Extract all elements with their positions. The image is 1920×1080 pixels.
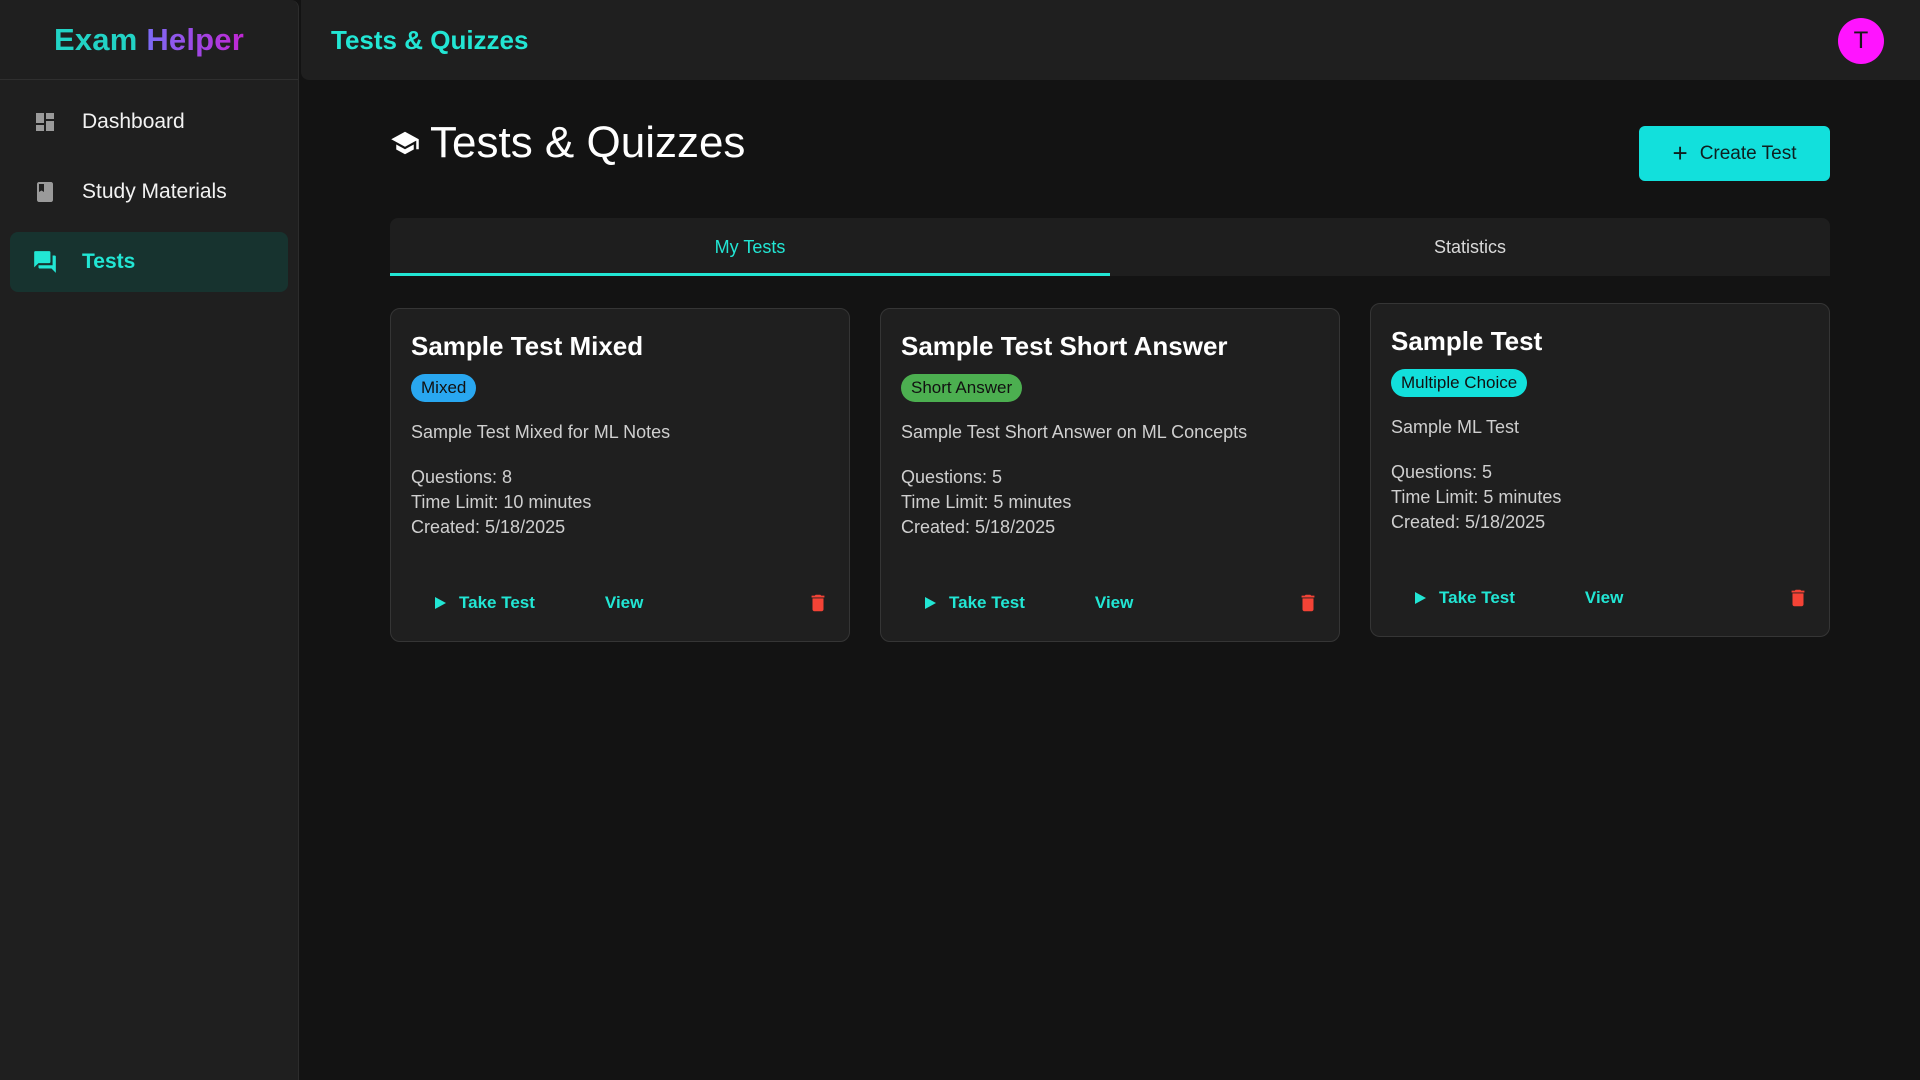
take-test-label: Take Test bbox=[459, 593, 535, 612]
test-questions: Questions: 8 bbox=[411, 467, 513, 488]
create-test-label: Create Test bbox=[1699, 142, 1797, 164]
plus-icon: + bbox=[1672, 137, 1688, 168]
test-card: Sample Test Multiple Choice Sample ML Te… bbox=[1370, 303, 1830, 637]
take-test-button[interactable]: Take Test bbox=[923, 593, 1025, 613]
page-header: Tests & Quizzes bbox=[390, 118, 745, 168]
test-meta: Questions: 8 Time Limit: 10 minutes Crea… bbox=[411, 465, 829, 540]
test-created: Created: 5/18/2025 bbox=[411, 517, 566, 538]
test-card: Sample Test Short Answer Short Answer Sa… bbox=[880, 308, 1340, 642]
graduation-cap-icon bbox=[390, 128, 420, 158]
take-test-label: Take Test bbox=[1439, 588, 1515, 607]
top-header: Tests & Quizzes T bbox=[301, 0, 1920, 80]
test-type-badge: Short Answer bbox=[901, 374, 1023, 403]
card-actions: Take Test View bbox=[411, 589, 829, 617]
page-title: Tests & Quizzes bbox=[430, 118, 746, 167]
test-time-limit: Time Limit: 10 minutes bbox=[411, 492, 592, 513]
sidebar-item-label: Dashboard bbox=[82, 110, 185, 133]
test-description: Sample Test Short Answer on ML Concepts bbox=[901, 422, 1248, 443]
tabs: My Tests Statistics bbox=[390, 218, 1830, 276]
dashboard-icon bbox=[32, 109, 58, 135]
test-created: Created: 5/18/2025 bbox=[901, 517, 1056, 538]
card-actions: Take Test View bbox=[901, 589, 1319, 617]
forum-icon bbox=[32, 249, 58, 275]
sidebar-item-label: Study Materials bbox=[82, 180, 227, 203]
avatar[interactable]: T bbox=[1838, 18, 1884, 64]
test-meta: Questions: 5 Time Limit: 5 minutes Creat… bbox=[1391, 460, 1809, 535]
test-created: Created: 5/18/2025 bbox=[1391, 512, 1546, 533]
sidebar-item-tests[interactable]: Tests bbox=[10, 232, 288, 292]
test-title: Sample Test bbox=[1391, 326, 1543, 356]
test-title: Sample Test Short Answer bbox=[901, 331, 1228, 361]
sidebar: Exam Helper Dashboard Study Materials Te… bbox=[0, 0, 299, 1080]
test-description: Sample ML Test bbox=[1391, 417, 1520, 438]
test-time-limit: Time Limit: 5 minutes bbox=[901, 492, 1072, 513]
tab-my-tests[interactable]: My Tests bbox=[390, 218, 1110, 276]
delete-icon[interactable] bbox=[1787, 586, 1809, 610]
brand-logo[interactable]: Exam Helper bbox=[0, 0, 298, 80]
take-test-label: Take Test bbox=[949, 593, 1025, 612]
sidebar-item-dashboard[interactable]: Dashboard bbox=[10, 92, 288, 152]
test-title: Sample Test Mixed bbox=[411, 331, 644, 361]
delete-icon[interactable] bbox=[1297, 591, 1319, 615]
view-button[interactable]: View bbox=[605, 593, 643, 613]
view-button[interactable]: View bbox=[1095, 593, 1133, 613]
sidebar-item-label: Tests bbox=[82, 250, 136, 273]
brand-part-1: Exam bbox=[53, 21, 138, 57]
test-questions: Questions: 5 bbox=[901, 467, 1003, 488]
app-root: Exam Helper Dashboard Study Materials Te… bbox=[0, 0, 1920, 1080]
play-icon bbox=[1415, 592, 1426, 604]
brand-part-2: Helper bbox=[146, 21, 245, 57]
delete-icon[interactable] bbox=[807, 591, 829, 615]
sidebar-nav: Dashboard Study Materials Tests bbox=[0, 80, 298, 314]
test-questions: Questions: 5 bbox=[1391, 462, 1493, 483]
test-time-limit: Time Limit: 5 minutes bbox=[1391, 487, 1562, 508]
take-test-button[interactable]: Take Test bbox=[433, 593, 535, 613]
play-icon bbox=[435, 597, 446, 609]
take-test-button[interactable]: Take Test bbox=[1413, 588, 1515, 608]
create-test-button[interactable]: + Create Test bbox=[1639, 126, 1830, 181]
card-actions: Take Test View bbox=[1391, 584, 1809, 612]
test-description: Sample Test Mixed for ML Notes bbox=[411, 422, 671, 443]
book-icon bbox=[32, 179, 58, 205]
play-icon bbox=[925, 597, 936, 609]
tab-statistics[interactable]: Statistics bbox=[1110, 218, 1830, 276]
test-meta: Questions: 5 Time Limit: 5 minutes Creat… bbox=[901, 465, 1319, 540]
test-type-badge: Mixed bbox=[411, 374, 477, 403]
test-card: Sample Test Mixed Mixed Sample Test Mixe… bbox=[390, 308, 850, 642]
test-type-badge: Multiple Choice bbox=[1391, 369, 1528, 398]
sidebar-item-study-materials[interactable]: Study Materials bbox=[10, 162, 288, 222]
header-title: Tests & Quizzes bbox=[331, 24, 529, 55]
view-button[interactable]: View bbox=[1585, 588, 1623, 608]
